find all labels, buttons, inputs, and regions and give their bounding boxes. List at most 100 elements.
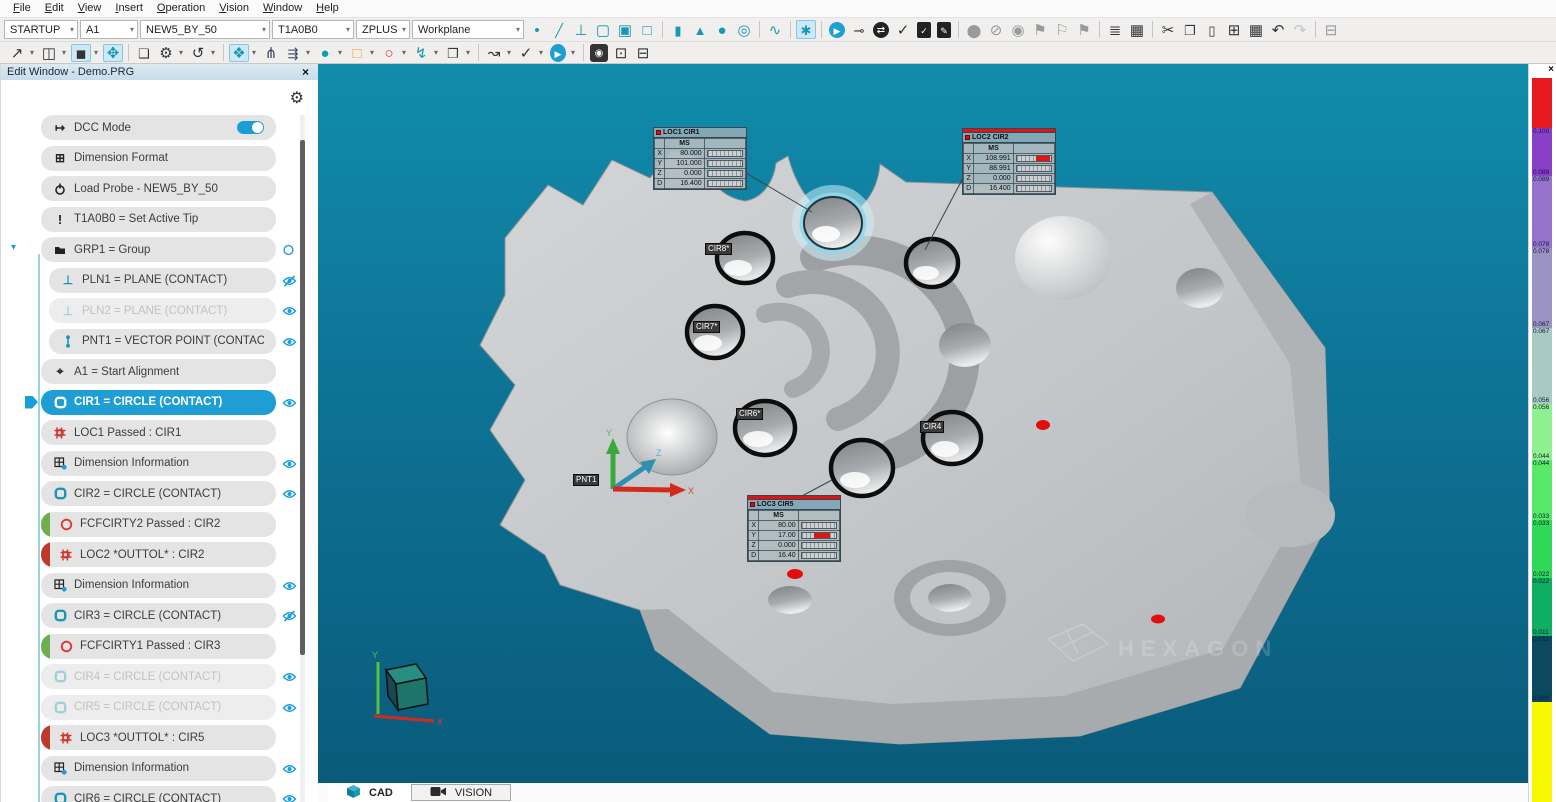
report-table-icon[interactable]: ▦	[1127, 20, 1147, 39]
dropdown-arrow-icon[interactable]: ▾	[92, 48, 100, 57]
tree-item-dimension[interactable]: Dimension Information	[1, 573, 302, 598]
confirm-check-icon[interactable]: ✓	[516, 44, 536, 62]
eye-icon[interactable]	[282, 701, 298, 714]
dimension-label-loc3-cir5[interactable]: LOC3 CIR5MSX80.00Y17.00Z0.000D16.40	[747, 495, 841, 562]
grid-settings-icon[interactable]: ⊞	[1224, 20, 1244, 39]
dcc-mode-toggle[interactable]	[237, 121, 264, 134]
square-tool-icon[interactable]: □	[347, 44, 367, 62]
menu-edit[interactable]: Edit	[38, 0, 71, 17]
curve-icon[interactable]: ∿	[765, 20, 785, 39]
goto-icon[interactable]: ◉	[1008, 20, 1028, 39]
menu-operation[interactable]: Operation	[150, 0, 212, 17]
measure-point-icon[interactable]: ⊸	[849, 20, 869, 39]
bookmark-icon[interactable]: ⚑	[1030, 20, 1050, 39]
menu-insert[interactable]: Insert	[108, 0, 150, 17]
tree-item-cir1[interactable]: CIR1 = CIRCLE (CONTACT)	[1, 390, 302, 415]
pan-icon[interactable]: ✥	[103, 44, 123, 62]
dropdown-arrow-icon[interactable]: ▾	[537, 48, 545, 57]
program-dropdown[interactable]: STARTUP▾	[4, 20, 78, 39]
dropdown-arrow-icon[interactable]: ▾	[304, 48, 312, 57]
tab-cad[interactable]: CAD	[328, 783, 411, 802]
feature-tag-cir6[interactable]: CIR6*	[736, 408, 763, 420]
tree-item-loc3[interactable]: LOC3 *OUTTOL* : CIR5	[1, 725, 302, 750]
tree-item-pill[interactable]: ⊥PLN1 = PLANE (CONTACT)	[49, 268, 276, 293]
grid-icon[interactable]: ▦	[1246, 20, 1266, 39]
circle-toggle-icon[interactable]	[282, 243, 298, 256]
tree-item-pill[interactable]: ⌖A1 = Start Alignment	[41, 359, 276, 384]
graph-tool-icon[interactable]: ↯	[411, 44, 431, 62]
rotate-icon[interactable]: ↺	[188, 44, 208, 62]
check-icon[interactable]: ✓	[893, 20, 913, 39]
tree-item-pill[interactable]: LOC1 Passed : CIR1	[41, 420, 276, 445]
path-check-icon[interactable]: ↝	[484, 44, 504, 62]
tree-item-t1a0b0[interactable]: !T1A0B0 = Set Active Tip	[1, 207, 302, 232]
tree-item-cir3[interactable]: CIR3 = CIRCLE (CONTACT)	[1, 603, 302, 628]
tree-item-pln2[interactable]: ⊥PLN2 = PLANE (CONTACT)	[1, 298, 302, 323]
solid-view-icon[interactable]: ◼	[71, 44, 91, 62]
report-list-icon[interactable]: ≣	[1105, 20, 1125, 39]
tree-item-pill[interactable]: CIR3 = CIRCLE (CONTACT)	[41, 603, 276, 628]
tree-item-pnt1[interactable]: PNT1 = VECTOR POINT (CONTAC	[1, 329, 302, 354]
dropdown-arrow-icon[interactable]: ▾	[569, 48, 577, 57]
eye-icon[interactable]	[282, 304, 298, 317]
view-orientation-icon[interactable]: ↗	[7, 44, 27, 62]
circle-tool-icon[interactable]: ○	[379, 44, 399, 62]
camera-icon[interactable]: ◉	[590, 44, 608, 62]
cad-viewport[interactable]: Y Z X Y X	[318, 64, 1528, 780]
eye-icon[interactable]	[282, 335, 298, 348]
square-feature-icon[interactable]: □	[637, 20, 657, 39]
undo-icon[interactable]: ↶	[1268, 20, 1288, 39]
tree-item-grp1[interactable]: ▾ GRP1 = Group	[1, 237, 302, 262]
tree-item-pill[interactable]: ↦DCC Mode	[41, 115, 276, 140]
auto-feature-icon[interactable]: ✱	[796, 20, 816, 39]
tree-item-fcfcirty2[interactable]: FCFCIRTY2 Passed : CIR2	[1, 512, 302, 537]
paste-icon[interactable]: ▯	[1202, 20, 1222, 39]
line-icon[interactable]: ╱	[549, 20, 569, 39]
tree-item-a1[interactable]: ⌖A1 = Start Alignment	[1, 359, 302, 384]
path-lines-icon[interactable]: ⇶	[283, 44, 303, 62]
dropdown-arrow-icon[interactable]: ▾	[368, 48, 376, 57]
print-icon[interactable]: ⊟	[1321, 20, 1341, 39]
menu-help[interactable]: Help	[309, 0, 346, 17]
perpendicular-point-icon[interactable]: ⊥	[571, 20, 591, 39]
tree-item-cir5[interactable]: CIR5 = CIRCLE (CONTACT)	[1, 695, 302, 720]
active-tip-dropdown[interactable]: T1A0B0▾	[272, 20, 354, 39]
feature-tag-pnt1[interactable]: PNT1	[573, 474, 599, 486]
tree-item-pill[interactable]: LOC2 *OUTTOL* : CIR2	[41, 542, 276, 567]
screen-capture-icon[interactable]: ⊡	[611, 44, 631, 62]
collapse-arrow-icon[interactable]: ▾	[11, 242, 16, 253]
tree-item-fcfcirty1[interactable]: FCFCIRTY1 Passed : CIR3	[1, 634, 302, 659]
bookmark-slash-icon[interactable]: ⚑	[1074, 20, 1094, 39]
bookmark-down-icon[interactable]: ⚐	[1052, 20, 1072, 39]
settings-gears-icon[interactable]: ⚙	[156, 44, 176, 62]
eye-icon[interactable]	[282, 579, 298, 592]
sphere-tool-icon[interactable]: ●	[315, 44, 335, 62]
tree-item-pill[interactable]: CIR1 = CIRCLE (CONTACT)	[41, 390, 276, 415]
rect-outline-icon[interactable]: ▢	[593, 20, 613, 39]
no-stop-icon[interactable]: ⊘	[986, 20, 1006, 39]
close-icon[interactable]: ×	[1532, 64, 1556, 78]
tree-item-dcc[interactable]: ↦DCC Mode	[1, 115, 302, 140]
dropdown-arrow-icon[interactable]: ▾	[250, 48, 258, 57]
comment-icon[interactable]: ❏	[134, 44, 154, 62]
gear-icon[interactable]: ⚙	[290, 88, 304, 108]
wireframe-view-icon[interactable]: ◫	[39, 44, 59, 62]
tree-scrollbar-thumb[interactable]	[300, 140, 305, 655]
menu-file[interactable]: File	[6, 0, 38, 17]
tree-item-pill[interactable]: Dimension Information	[41, 573, 276, 598]
dropdown-arrow-icon[interactable]: ▾	[177, 48, 185, 57]
dropdown-arrow-icon[interactable]: ▾	[336, 48, 344, 57]
alignment-dropdown[interactable]: A1▾	[80, 20, 138, 39]
tree-item-pill[interactable]: FCFCIRTY1 Passed : CIR3	[41, 634, 276, 659]
probe-options-icon[interactable]: ⋔	[261, 44, 281, 62]
dropdown-arrow-icon[interactable]: ▾	[432, 48, 440, 57]
tree-item-pill[interactable]: ⊥PLN2 = PLANE (CONTACT)	[49, 298, 276, 323]
dropdown-arrow-icon[interactable]: ▾	[400, 48, 408, 57]
tree-item-load[interactable]: Load Probe - NEW5_BY_50	[1, 176, 302, 201]
copy-icon[interactable]: ❐	[1180, 20, 1200, 39]
close-icon[interactable]: ×	[299, 65, 312, 79]
tree-item-pill[interactable]: LOC3 *OUTTOL* : CIR5	[41, 725, 276, 750]
tree-item-pill[interactable]: GRP1 = Group	[41, 237, 276, 262]
doc-edit-icon[interactable]: ✎	[937, 22, 951, 38]
dropdown-arrow-icon[interactable]: ▾	[464, 48, 472, 57]
